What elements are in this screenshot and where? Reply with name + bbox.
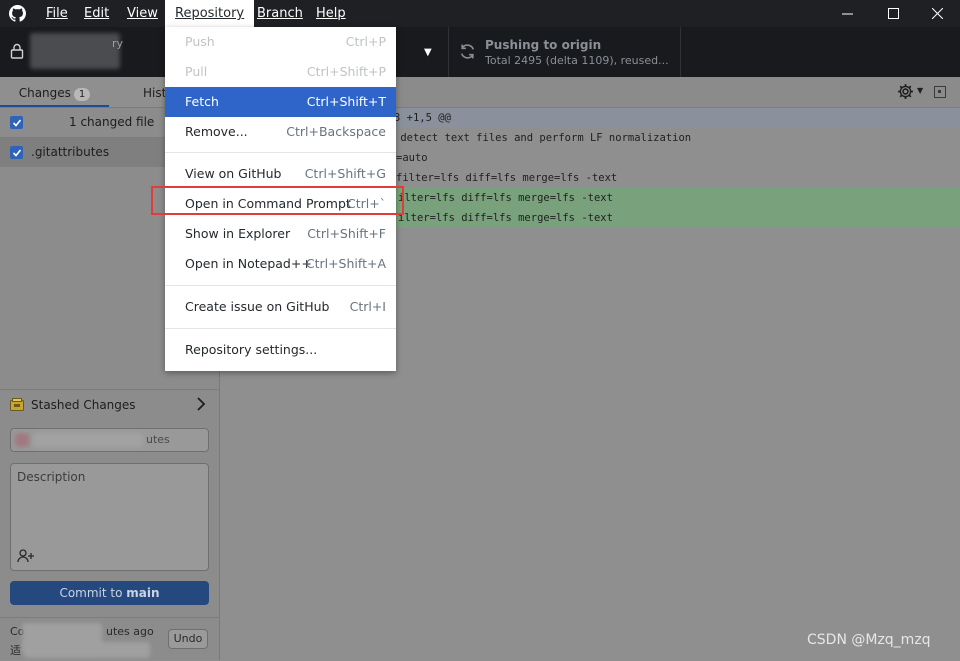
menu-item-view-on-github[interactable]: View on GitHub Ctrl+Shift+G (165, 159, 396, 189)
push-progress-text: Total 2495 (delta 1109), reused... (485, 54, 669, 67)
summary-placeholder: utes (146, 433, 170, 446)
close-icon (931, 8, 943, 19)
github-logo-icon (9, 5, 26, 22)
file-checkbox[interactable] (10, 146, 23, 159)
current-branch-button[interactable]: ▼ (396, 27, 449, 77)
menu-separator (165, 152, 396, 153)
menu-help[interactable]: Help (310, 0, 352, 27)
redacted-repo-name (30, 33, 120, 69)
minimize-icon (841, 13, 853, 15)
add-coauthor-icon[interactable] (17, 549, 35, 563)
maximize-button[interactable] (870, 0, 916, 27)
watermark-text: CSDN @Mzq_mzq (807, 632, 931, 648)
minimize-button[interactable] (824, 0, 870, 27)
gear-dropdown-caret[interactable]: ▼ (917, 86, 923, 95)
commit-summary-input[interactable]: utes (10, 428, 209, 452)
commit-button[interactable]: Commit to main (10, 581, 209, 605)
menu-item-fetch[interactable]: Fetch Ctrl+Shift+T (165, 87, 396, 117)
tab-changes-label: Changes (18, 86, 71, 100)
menu-file[interactable]: File (40, 0, 74, 27)
menu-repository[interactable]: Repository (165, 0, 255, 27)
chevron-right-icon (197, 397, 206, 411)
title-bar: File Edit View Repository Branch Help (0, 0, 960, 27)
gear-icon[interactable] (897, 83, 914, 100)
file-name: .gitattributes (31, 145, 110, 159)
menu-item-remove[interactable]: Remove... Ctrl+Backspace (165, 117, 396, 147)
tab-changes[interactable]: Changes 1 (0, 77, 109, 107)
last-commit-message: 适 (10, 644, 21, 657)
menu-item-create-issue[interactable]: Create issue on GitHub Ctrl+I (165, 292, 396, 322)
check-icon (12, 118, 21, 127)
menu-view[interactable]: View (121, 0, 164, 27)
expand-icon[interactable] (934, 86, 946, 98)
select-all-checkbox[interactable] (10, 116, 23, 129)
description-placeholder: Description (17, 470, 86, 484)
check-icon (12, 148, 21, 157)
redacted-commit-message (24, 642, 150, 658)
changes-count-badge: 1 (73, 88, 91, 101)
annotation-highlight-box (151, 186, 404, 215)
stashed-changes-row[interactable]: Stashed Changes (0, 389, 219, 420)
menu-item-open-in-editor[interactable]: Open in Notepad++ Ctrl+Shift+A (165, 249, 396, 279)
menu-item-push[interactable]: Push Ctrl+P (165, 27, 396, 57)
commit-button-prefix: Commit to (59, 586, 127, 600)
sync-icon (460, 44, 475, 59)
menu-item-show-in-explorer[interactable]: Show in Explorer Ctrl+Shift+F (165, 219, 396, 249)
push-title: Pushing to origin (485, 38, 602, 52)
user-avatar (15, 433, 29, 447)
menu-item-pull[interactable]: Pull Ctrl+Shift+P (165, 57, 396, 87)
last-commit-bar: Co utes ago 适 Undo (0, 617, 219, 661)
lock-icon (10, 43, 24, 59)
tab-history[interactable]: Hist (143, 77, 166, 107)
menu-item-repository-settings[interactable]: Repository settings... (165, 335, 396, 365)
maximize-icon (887, 8, 899, 19)
close-button[interactable] (914, 0, 960, 27)
commit-description-input[interactable]: Description (10, 463, 209, 571)
last-commit-time: utes ago (106, 625, 154, 638)
changed-files-summary: 1 changed file (69, 115, 155, 129)
repo-name-label: ry (112, 37, 124, 50)
menu-separator (165, 328, 396, 329)
commit-button-branch: main (126, 586, 160, 600)
menu-branch[interactable]: Branch (251, 0, 309, 27)
stash-icon (10, 398, 24, 411)
chevron-down-icon: ▼ (424, 47, 432, 58)
redacted-summary (33, 433, 143, 447)
stashed-changes-label: Stashed Changes (31, 398, 136, 412)
menu-edit[interactable]: Edit (78, 0, 115, 27)
toolbar: ry ▼ Pushing to origin Total 2495 (delta… (0, 27, 960, 77)
menu-separator (165, 285, 396, 286)
push-origin-button[interactable]: Pushing to origin Total 2495 (delta 1109… (449, 27, 681, 77)
undo-button[interactable]: Undo (168, 629, 208, 649)
